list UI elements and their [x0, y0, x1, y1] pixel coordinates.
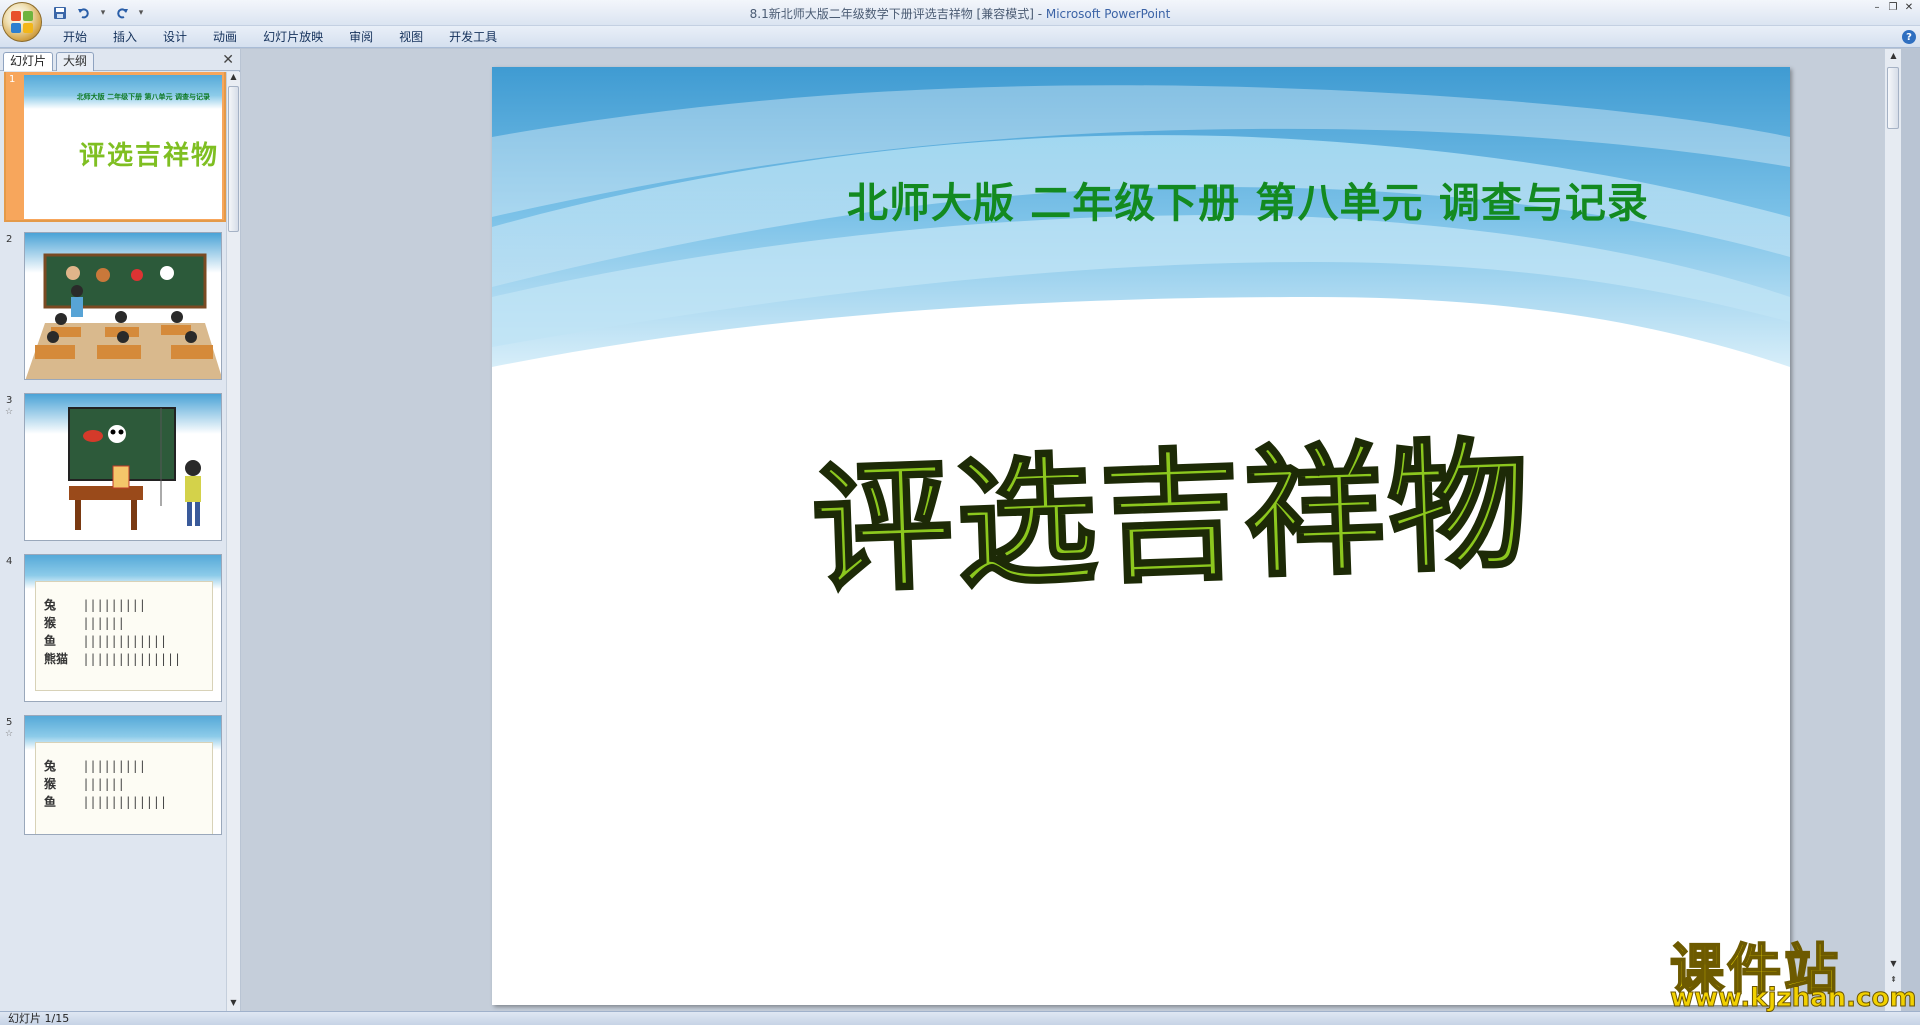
tally-marks: ||||||||| |||||| |||||||||||| |||||||||||||… — [84, 598, 183, 666]
sky-background — [492, 67, 1790, 367]
tally-label: 兔 — [44, 598, 57, 612]
tally-label: 熊猫 — [44, 652, 69, 666]
thumbnail-number: 2 — [6, 234, 13, 245]
thumbnail-list: 1 北师大版 二年级下册 第八单元 调查与记录 评选吉祥物 2 3 ☆ 4 兔 … — [0, 72, 226, 1011]
restore-icon[interactable]: ❐ — [1886, 1, 1900, 13]
tally-label: 鱼 — [44, 795, 57, 809]
scroll-up-icon[interactable]: ▲ — [1887, 51, 1900, 63]
tab-animations[interactable]: 动画 — [200, 26, 250, 48]
slide-thumbnail-5[interactable]: 兔 猴 鱼 ||||||||| |||||| |||||||||||| — [24, 715, 222, 835]
slide-canvas[interactable]: 北师大版 二年级下册 第八单元 调查与记录 评选吉祥物 — [492, 67, 1790, 1005]
slides-panel: 幻灯片 大纲 ✕ 1 北师大版 二年级下册 第八单元 调查与记录 评选吉祥物 2 — [0, 49, 240, 1011]
scroll-down-icon[interactable]: ▼ — [227, 998, 240, 1011]
tab-view[interactable]: 视图 — [386, 26, 436, 48]
slide-thumbnail-1[interactable]: 1 北师大版 二年级下册 第八单元 调查与记录 评选吉祥物 — [4, 72, 226, 222]
title-bar: ▾ ▾ 8.1新北师大版二年级数学下册评选吉祥物 [兼容模式] - Micros… — [0, 0, 1920, 26]
thumbnail-number: 3 — [6, 395, 13, 406]
tally-label: 猴 — [44, 777, 57, 791]
scroll-up-icon[interactable]: ▲ — [227, 72, 240, 85]
tab-outline[interactable]: 大纲 — [56, 52, 95, 71]
tally-label: 兔 — [44, 759, 57, 773]
tab-insert[interactable]: 插入 — [100, 26, 150, 48]
watermark-logo: 课件站 www.kjzhan.com — [1669, 925, 1920, 1017]
slide-editor: 北师大版 二年级下册 第八单元 调查与记录 评选吉祥物 ▲ ▼ ⇞ ⇟ — [241, 49, 1901, 1011]
thumbnail-title: 评选吉祥物 — [79, 141, 220, 171]
tab-slides[interactable]: 幻灯片 — [3, 52, 54, 71]
classroom-illustration — [25, 233, 221, 379]
slide-counter: 幻灯片 1/15 — [8, 1012, 70, 1025]
scrollbar-thumb[interactable] — [1887, 67, 1899, 129]
close-icon[interactable]: ✕ — [1902, 1, 1916, 13]
animation-star-icon: ☆ — [5, 729, 14, 739]
ribbon: 开始 插入 设计 动画 幻灯片放映 审阅 视图 开发工具 ? — [0, 26, 1920, 48]
ribbon-tabs: 开始 插入 设计 动画 幻灯片放映 审阅 视图 开发工具 — [50, 26, 510, 48]
scrollbar-thumb[interactable] — [228, 86, 239, 232]
thumbnail-canvas: 北师大版 二年级下册 第八单元 调查与记录 评选吉祥物 — [24, 75, 222, 219]
office-button[interactable] — [2, 2, 42, 42]
window-controls: – ❐ ✕ — [1870, 1, 1916, 13]
animation-star-icon: ☆ — [5, 407, 14, 417]
tally-label: 鱼 — [44, 634, 57, 648]
editor-scrollbar[interactable]: ▲ ▼ ⇞ ⇟ — [1884, 49, 1901, 1011]
watermark-url: www.kjzhan.com — [1669, 983, 1917, 1014]
status-bar: 幻灯片 1/15 — [0, 1011, 1920, 1025]
window-title-document: 8.1新北师大版二年级数学下册评选吉祥物 [兼容模式] - — [749, 7, 1046, 21]
panel-scrollbar[interactable]: ▲ ▼ — [226, 72, 240, 1011]
slide-header: 北师大版 二年级下册 第八单元 调查与记录 — [847, 179, 1649, 227]
tally-card: 兔 猴 鱼 熊猫 ||||||||| |||||| |||||||||||| ||||… — [35, 581, 213, 691]
slide-thumbnail-3[interactable] — [24, 393, 222, 541]
thumbnail-row-5: 5 ☆ 兔 猴 鱼 ||||||||| |||||| |||||||||||| — [0, 715, 226, 865]
tally-marks: ||||||||| |||||| |||||||||||| — [84, 759, 169, 809]
thumbnail-number: 1 — [9, 74, 16, 85]
office-logo-icon — [11, 11, 33, 33]
close-panel-icon[interactable]: ✕ — [222, 52, 234, 68]
minimize-icon[interactable]: – — [1870, 1, 1884, 13]
tab-developer[interactable]: 开发工具 — [436, 26, 510, 48]
tab-home[interactable]: 开始 — [50, 26, 100, 48]
thumbnail-row-2: 2 — [0, 232, 226, 382]
tally-label: 猴 — [44, 616, 57, 630]
tally-card: 兔 猴 鱼 ||||||||| |||||| |||||||||||| — [35, 742, 213, 834]
thumbnail-row-1: 1 北师大版 二年级下册 第八单元 调查与记录 评选吉祥物 — [0, 72, 226, 222]
panel-tabs: 幻灯片 大纲 ✕ — [0, 49, 240, 71]
thumbnail-row-3: 3 ☆ — [0, 393, 226, 543]
tab-slide-show[interactable]: 幻灯片放映 — [250, 26, 336, 48]
window-title-app: Microsoft PowerPoint — [1045, 7, 1171, 21]
window-title: 8.1新北师大版二年级数学下册评选吉祥物 [兼容模式] - Microsoft … — [0, 5, 1920, 22]
slide-thumbnail-4[interactable]: 兔 猴 鱼 熊猫 ||||||||| |||||| |||||||||||| ||||… — [24, 554, 222, 702]
thumbnail-header: 北师大版 二年级下册 第八单元 调查与记录 — [76, 93, 210, 101]
tab-design[interactable]: 设计 — [150, 26, 200, 48]
thumbnail-row-4: 4 兔 猴 鱼 熊猫 ||||||||| |||||| |||||||||||| ||… — [0, 554, 226, 704]
thumbnail-number: 4 — [6, 556, 13, 567]
ballot-illustration — [25, 394, 221, 530]
slide-title: 评选吉祥物 — [808, 422, 1536, 614]
tab-review[interactable]: 审阅 — [336, 26, 386, 48]
help-icon[interactable]: ? — [1902, 30, 1916, 44]
slide-thumbnail-2[interactable] — [24, 232, 222, 380]
thumbnail-number: 5 — [6, 717, 13, 728]
